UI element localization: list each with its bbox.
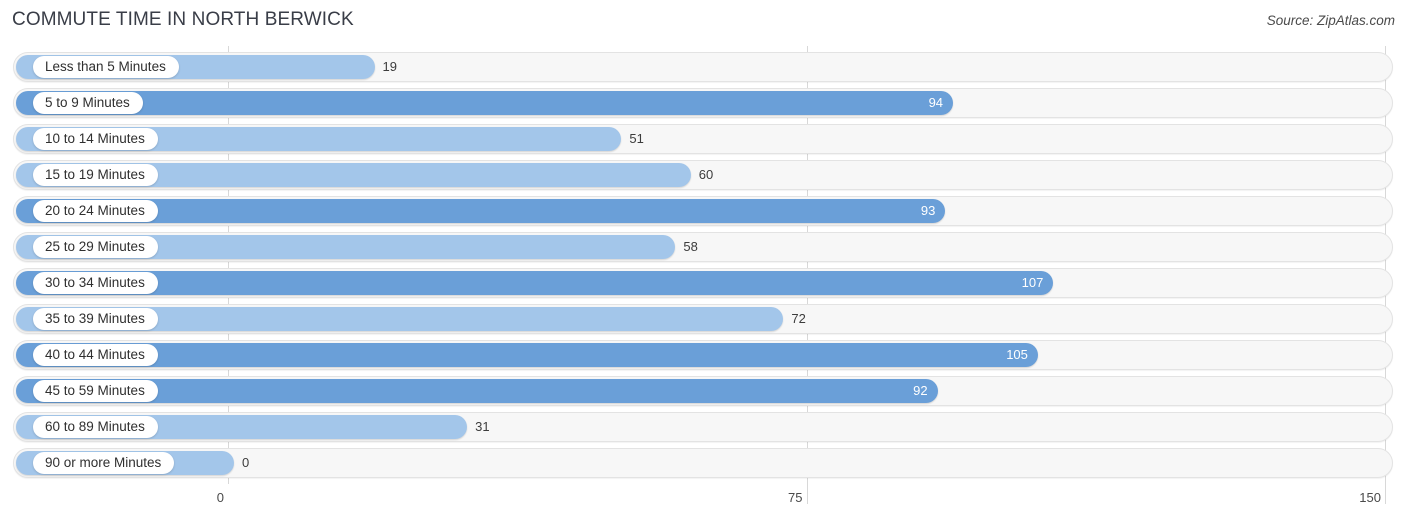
axis-tick-label: 150 xyxy=(1359,490,1381,505)
bar-category-label-text: 35 to 39 Minutes xyxy=(45,311,145,327)
bar-category-label: 30 to 34 Minutes xyxy=(33,272,158,294)
x-axis: 0 75 150 xyxy=(0,484,1406,522)
bar-value-label: 72 xyxy=(791,311,806,326)
bar-value-label: 0 xyxy=(242,455,250,470)
bar-rows: Less than 5 Minutes 19 5 to 9 Minutes 94 10 … xyxy=(0,46,1406,484)
bar-row[interactable]: Less than 5 Minutes 19 xyxy=(13,52,1393,82)
bar-category-label: 25 to 29 Minutes xyxy=(33,236,158,258)
bar-value-label: 60 xyxy=(698,167,714,182)
bar-category-label-text: 40 to 44 Minutes xyxy=(45,347,145,363)
bar-fill xyxy=(16,91,954,115)
bar-category-label-text: 25 to 29 Minutes xyxy=(45,239,145,255)
bar-row[interactable]: 90 or more Minutes 0 xyxy=(13,448,1393,478)
axis-separator xyxy=(806,484,808,504)
bar-category-label: 60 to 89 Minutes xyxy=(33,416,158,438)
bar-category-label: 10 to 14 Minutes xyxy=(33,128,158,150)
axis-separator xyxy=(1385,484,1386,504)
axis-tick-label: 0 xyxy=(216,490,224,505)
bar-row[interactable]: 60 to 89 Minutes 31 xyxy=(13,412,1393,442)
bar-row[interactable]: 5 to 9 Minutes 94 xyxy=(13,88,1393,118)
bar-category-label-text: Less than 5 Minutes xyxy=(45,59,166,75)
bar-category-label: 5 to 9 Minutes xyxy=(33,92,143,114)
bar-category-label-text: 90 or more Minutes xyxy=(45,455,162,471)
bar-value-label: 31 xyxy=(475,419,490,434)
bar-row[interactable]: 35 to 39 Minutes 72 xyxy=(13,304,1393,334)
bar-value-label: 107 xyxy=(1021,275,1044,290)
bar-category-label: 90 or more Minutes xyxy=(33,452,175,474)
chart-header: COMMUTE TIME IN NORTH BERWICK Source: Zi… xyxy=(0,0,1406,44)
bar-category-label-text: 10 to 14 Minutes xyxy=(45,131,145,147)
bar-category-label: 45 to 59 Minutes xyxy=(33,380,158,402)
bar-row[interactable]: 20 to 24 Minutes 93 xyxy=(13,196,1393,226)
bar-category-label: 20 to 24 Minutes xyxy=(33,200,158,222)
bar-category-label-text: 45 to 59 Minutes xyxy=(45,383,145,399)
bar-fill xyxy=(16,343,1038,367)
bar-category-label-text: 15 to 19 Minutes xyxy=(45,167,145,183)
bar-category-label: Less than 5 Minutes xyxy=(33,56,179,78)
bar-category-label: 35 to 39 Minutes xyxy=(33,308,158,330)
bar-row[interactable]: 10 to 14 Minutes 51 xyxy=(13,124,1393,154)
axis-tick-label: 75 xyxy=(788,490,803,505)
bar-value-label: 92 xyxy=(913,383,928,398)
source-attribution: Source: ZipAtlas.com xyxy=(1266,13,1395,28)
bar-category-label-text: 5 to 9 Minutes xyxy=(45,95,130,111)
bar-row[interactable]: 25 to 29 Minutes 58 xyxy=(13,232,1393,262)
bar-fill xyxy=(16,271,1054,295)
bar-row[interactable]: 45 to 59 Minutes 92 xyxy=(13,376,1393,406)
bar-category-label: 40 to 44 Minutes xyxy=(33,344,158,366)
bar-row[interactable]: 15 to 19 Minutes 60 xyxy=(13,160,1393,190)
bar-row[interactable]: 40 to 44 Minutes 105 xyxy=(13,340,1393,370)
bar-value-label: 105 xyxy=(1006,347,1028,362)
bar-value-label: 58 xyxy=(683,239,698,254)
chart-plot-area: Less than 5 Minutes 19 5 to 9 Minutes 94 10 … xyxy=(0,46,1406,484)
bar-row[interactable]: 30 to 34 Minutes 107 xyxy=(13,268,1393,298)
bar-category-label: 15 to 19 Minutes xyxy=(33,164,158,186)
bar-category-label-text: 20 to 24 Minutes xyxy=(45,203,145,219)
bar-value-label: 51 xyxy=(629,131,644,146)
page-title: COMMUTE TIME IN NORTH BERWICK xyxy=(12,9,354,30)
bar-category-label-text: 30 to 34 Minutes xyxy=(45,275,145,291)
bar-value-label: 94 xyxy=(928,95,944,110)
bar-category-label-text: 60 to 89 Minutes xyxy=(45,419,145,435)
bar-value-label: 93 xyxy=(920,203,936,218)
bar-value-label: 19 xyxy=(382,59,398,74)
